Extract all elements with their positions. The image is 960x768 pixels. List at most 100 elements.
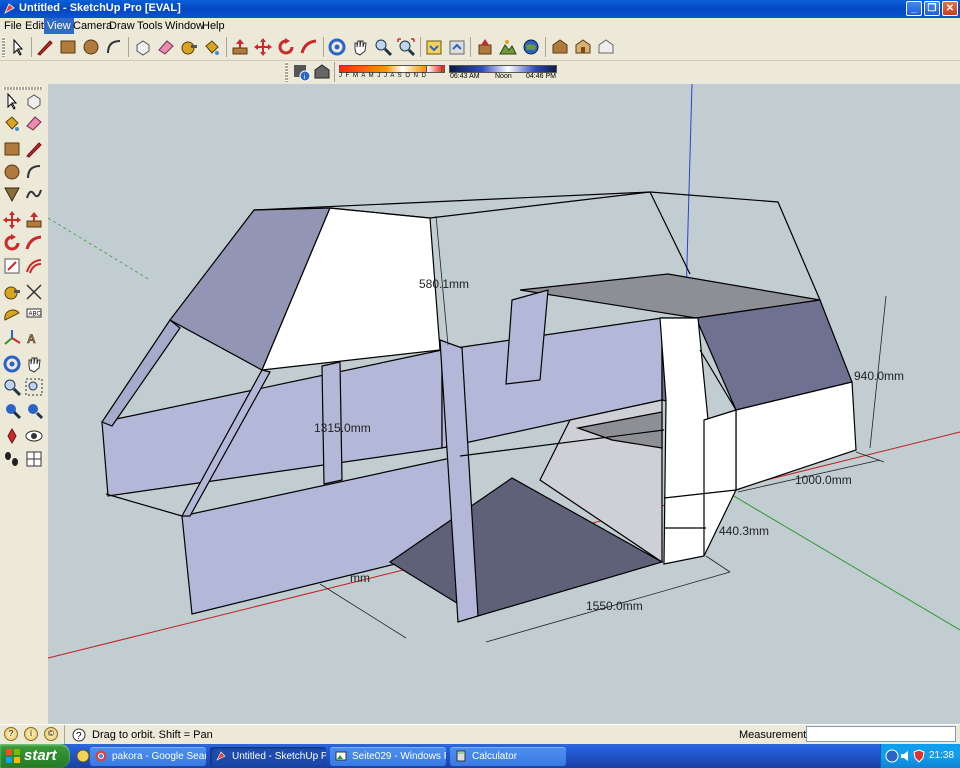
taskbar-item-picture-viewer[interactable]: Seite029 - Windows P... xyxy=(330,747,446,766)
rectangle-icon[interactable] xyxy=(58,37,78,57)
section-plane-icon[interactable] xyxy=(24,449,44,469)
sketchup-app-icon xyxy=(4,3,15,14)
start-button[interactable]: start xyxy=(0,744,70,768)
toolbar-grip[interactable] xyxy=(3,87,43,90)
copyright-icon[interactable]: © xyxy=(44,727,58,741)
tape-measure-icon[interactable] xyxy=(2,282,22,302)
menu-help[interactable]: Help xyxy=(199,18,228,34)
dimension-label: 1315.0mm xyxy=(314,421,371,435)
security-icon[interactable] xyxy=(913,749,925,763)
freehand-icon[interactable] xyxy=(24,184,44,204)
select-icon[interactable] xyxy=(2,91,22,111)
orbit-icon[interactable] xyxy=(2,354,22,374)
dimension-label: 1550.0mm xyxy=(586,599,643,613)
svg-text:ABC: ABC xyxy=(29,312,42,318)
push-pull-icon[interactable] xyxy=(230,37,250,57)
title-bar: Untitled - SketchUp Pro [EVAL] _ ❐ ✕ xyxy=(0,0,960,18)
circle-icon[interactable] xyxy=(81,37,101,57)
rectangle-icon[interactable] xyxy=(2,139,22,159)
protractor-icon[interactable] xyxy=(2,305,22,325)
make-component-icon[interactable] xyxy=(133,37,153,57)
add-location-icon[interactable] xyxy=(475,37,495,57)
taskbar-item-calculator[interactable]: Calculator xyxy=(450,747,566,766)
shadow-settings-icon[interactable]: i xyxy=(291,62,311,82)
paint-bucket-icon[interactable] xyxy=(202,37,222,57)
shadow-time-slider[interactable] xyxy=(449,65,557,73)
maximize-button[interactable]: ❐ xyxy=(924,1,940,16)
make-component-icon[interactable] xyxy=(24,91,44,111)
credits-icon[interactable]: i xyxy=(24,727,38,741)
position-camera-icon[interactable] xyxy=(2,426,22,446)
green-axis-dotted xyxy=(48,217,151,281)
arc-icon[interactable] xyxy=(24,162,44,182)
system-tray: 21:38 xyxy=(880,744,960,768)
offset-icon[interactable] xyxy=(24,256,44,276)
move-icon[interactable] xyxy=(2,210,22,230)
google-earth-icon[interactable] xyxy=(521,37,541,57)
text-tool-icon[interactable]: ABC xyxy=(24,305,44,325)
dimension-label: mm xyxy=(350,571,370,585)
zoom-icon[interactable] xyxy=(2,377,22,397)
zoom-extents-icon[interactable] xyxy=(24,400,44,420)
drawing-viewport[interactable]: 580.1mm 1315.0mm 940.0mm 1000.0mm 440.3m… xyxy=(48,84,960,724)
tape-measure-icon[interactable] xyxy=(179,37,199,57)
car-body-model[interactable] xyxy=(101,191,857,623)
eraser-icon[interactable] xyxy=(24,113,44,133)
rotate-icon[interactable] xyxy=(2,233,22,253)
help-icon[interactable]: ? xyxy=(72,728,86,742)
previous-view-icon[interactable] xyxy=(2,400,22,420)
measurements-field[interactable] xyxy=(806,726,956,742)
zoom-extents-icon[interactable] xyxy=(396,37,416,57)
minimize-button[interactable]: _ xyxy=(906,1,922,16)
preview-model-icon[interactable] xyxy=(596,37,616,57)
pan-hand-icon[interactable] xyxy=(24,354,44,374)
start-label: start xyxy=(24,747,57,764)
follow-me-icon[interactable] xyxy=(299,37,319,57)
photo-textures-icon[interactable] xyxy=(573,37,593,57)
3d-text-icon[interactable]: A xyxy=(24,328,44,348)
toggle-terrain-icon[interactable] xyxy=(498,37,518,57)
display-shadows-icon[interactable] xyxy=(312,62,332,82)
shadow-month-slider-end[interactable] xyxy=(426,65,442,73)
circle-icon[interactable] xyxy=(2,162,22,182)
follow-me-icon[interactable] xyxy=(24,233,44,253)
taskbar-item-sketchup[interactable]: Untitled - SketchUp P... xyxy=(210,747,326,766)
polygon-icon[interactable] xyxy=(2,184,22,204)
clock: 21:38 xyxy=(929,750,955,761)
look-around-icon[interactable] xyxy=(24,426,44,446)
eraser-icon[interactable] xyxy=(156,37,176,57)
paint-bucket-icon[interactable] xyxy=(2,113,22,133)
toolbar-separator xyxy=(128,37,129,57)
get-photo-texture-icon[interactable] xyxy=(550,37,570,57)
close-button[interactable]: ✕ xyxy=(942,1,958,16)
scale-icon[interactable] xyxy=(2,256,22,276)
volume-icon[interactable] xyxy=(899,749,913,763)
zoom-icon[interactable] xyxy=(373,37,393,57)
get-models-icon[interactable] xyxy=(424,37,444,57)
line-pencil-icon[interactable] xyxy=(35,37,55,57)
dimension-icon[interactable] xyxy=(24,282,44,302)
arc-icon[interactable] xyxy=(104,37,124,57)
geo-location-icon[interactable]: ? xyxy=(4,727,18,741)
line-pencil-icon[interactable] xyxy=(24,139,44,159)
toolbar-separator xyxy=(323,37,324,57)
rotate-icon[interactable] xyxy=(276,37,296,57)
axes-icon[interactable] xyxy=(2,328,22,348)
3d-model-canvas[interactable]: 580.1mm 1315.0mm 940.0mm 1000.0mm 440.3m… xyxy=(48,84,960,724)
quick-launch-icon[interactable] xyxy=(76,749,90,763)
walk-icon[interactable] xyxy=(2,449,22,469)
toolbar-grip[interactable] xyxy=(2,37,5,57)
toolbar-grip[interactable] xyxy=(285,62,288,82)
share-model-icon[interactable] xyxy=(447,37,467,57)
c-pillar[interactable] xyxy=(659,317,709,565)
zoom-window-icon[interactable] xyxy=(24,377,44,397)
network-icon[interactable] xyxy=(885,749,899,763)
select-icon[interactable] xyxy=(8,37,28,57)
menu-draw[interactable]: Draw xyxy=(106,18,138,34)
push-pull-icon[interactable] xyxy=(24,210,44,230)
orbit-icon[interactable] xyxy=(327,37,347,57)
menu-tools[interactable]: Tools xyxy=(134,18,166,34)
move-icon[interactable] xyxy=(253,37,273,57)
taskbar-item-google[interactable]: pakora - Google Sear... xyxy=(90,747,206,766)
pan-hand-icon[interactable] xyxy=(350,37,370,57)
